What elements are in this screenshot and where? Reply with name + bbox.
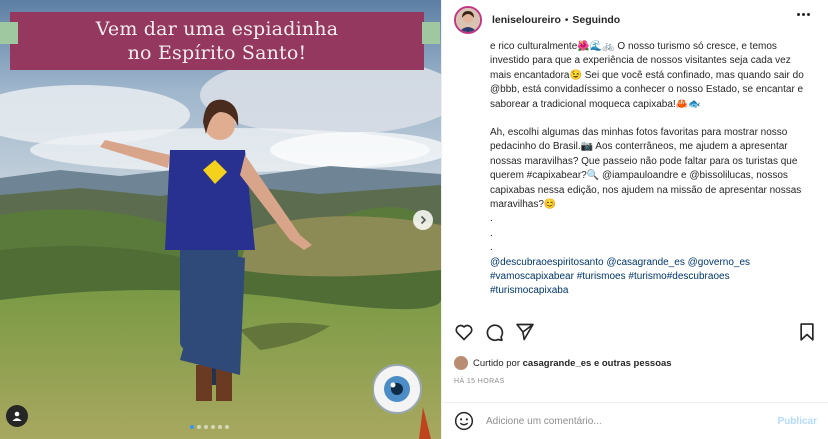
carousel-indicator: [190, 425, 229, 429]
banner-line-2: no Espírito Santo!: [127, 42, 307, 64]
post-header: leniseloureiro • Seguindo: [442, 0, 828, 40]
next-arrow-icon: [420, 215, 427, 225]
carousel-dot: [211, 425, 215, 429]
caption-hashtags[interactable]: @descubraoespiritosanto @casagrande_es @…: [490, 256, 810, 299]
promo-banner: Vem dar uma espiadinha no Espírito Santo…: [10, 12, 424, 70]
caption-dot: .: [490, 227, 493, 239]
share-icon: [516, 323, 534, 341]
carousel-dot: [197, 425, 201, 429]
username-link[interactable]: leniseloureiro: [492, 14, 561, 26]
caption-paragraph-2: Ah, escolhi algumas das minhas fotos fav…: [490, 127, 802, 211]
header-separator: •: [564, 14, 569, 26]
bookmark-icon: [800, 323, 814, 341]
post-timestamp[interactable]: HÁ 15 HORAS: [454, 378, 505, 385]
liked-by: Curtido por casagrande_es e outras pesso…: [454, 356, 672, 370]
more-options-icon[interactable]: [797, 13, 811, 19]
liked-by-prefix: Curtido por: [473, 357, 520, 369]
avatar[interactable]: [454, 6, 482, 34]
like-button[interactable]: [454, 322, 476, 344]
comment-button[interactable]: [484, 322, 506, 344]
user-tag-icon: [12, 411, 22, 421]
next-slide-button[interactable]: [413, 210, 433, 230]
carousel-dot: [190, 425, 194, 429]
action-bar: [454, 322, 819, 344]
banner-line-1: Vem dar uma espiadinha: [95, 18, 339, 40]
liked-by-suffix[interactable]: e outras pessoas: [594, 358, 672, 369]
publish-button[interactable]: Publicar: [778, 416, 817, 427]
heart-icon: [455, 324, 473, 341]
comment-input[interactable]: [486, 415, 778, 427]
tagged-users-button[interactable]: [6, 405, 28, 427]
carousel-dot: [204, 425, 208, 429]
carousel-dot: [225, 425, 229, 429]
post-media[interactable]: Vem dar uma espiadinha no Espírito Santo…: [0, 0, 441, 439]
caption-dot: .: [490, 242, 493, 254]
comment-bar: Publicar: [442, 402, 828, 439]
comment-icon: [486, 324, 504, 342]
emoji-icon[interactable]: [454, 411, 474, 431]
caption-dot: .: [490, 213, 493, 225]
share-button[interactable]: [515, 322, 537, 344]
post-caption: e rico culturalmente🌺🌊🚲 O nosso turismo …: [490, 40, 810, 315]
banner-tab-left: [0, 22, 18, 44]
following-button[interactable]: Seguindo: [572, 14, 620, 26]
carousel-dot: [218, 425, 222, 429]
eye-logo-icon: [373, 364, 431, 439]
liker-avatar: [454, 356, 468, 370]
caption-paragraph-1: e rico culturalmente🌺🌊🚲 O nosso turismo …: [490, 41, 804, 110]
banner-tab-right: [422, 22, 440, 44]
save-button[interactable]: [797, 322, 819, 344]
post-sidebar: leniseloureiro • Seguindo e rico cultura…: [441, 0, 828, 439]
avatar-photo: [456, 8, 480, 32]
liked-by-user[interactable]: casagrande_es: [523, 358, 592, 369]
